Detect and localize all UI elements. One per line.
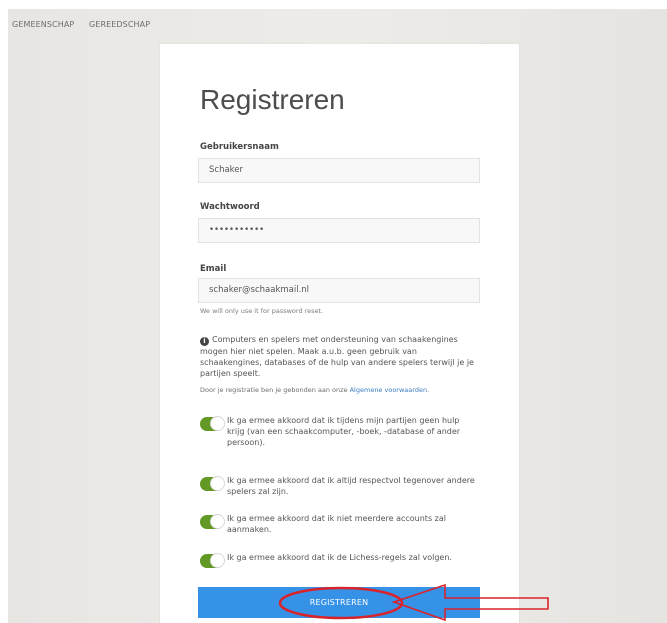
info-icon: i	[200, 337, 209, 346]
toggle-knob	[210, 476, 225, 491]
username-label: Gebruikersnaam	[200, 142, 279, 152]
agreement-text: Ik ga ermee akkoord dat ik altijd respec…	[227, 476, 475, 496]
agreement-toggle-rules[interactable]	[200, 553, 225, 568]
email-label: Email	[200, 264, 227, 274]
top-nav: GEMEENSCHAP GEREEDSCHAP	[12, 20, 162, 29]
password-label: Wachtwoord	[200, 202, 260, 212]
toggle-knob	[210, 553, 225, 568]
username-input[interactable]: Schaker	[198, 158, 480, 183]
toggle-knob	[210, 514, 225, 529]
engine-warning-text: Computers en spelers met ondersteuning v…	[200, 335, 474, 378]
terms-suffix: .	[427, 386, 430, 394]
email-input[interactable]: schaker@schaakmail.nl	[198, 278, 480, 303]
terms-link[interactable]: Algemene voorwaarden	[350, 386, 427, 394]
email-help-text: We will only use it for password reset.	[200, 307, 324, 315]
nav-tools[interactable]: GEREEDSCHAP	[89, 20, 150, 29]
password-input[interactable]: •••••••••••	[198, 218, 480, 243]
toggle-knob	[210, 416, 225, 431]
agreement-toggle-assistance[interactable]	[200, 416, 225, 431]
agreement-text: Ik ga ermee akkoord dat ik niet meerdere…	[227, 514, 446, 534]
agreement-toggle-respect[interactable]	[200, 476, 225, 491]
page-title: Registreren	[200, 84, 345, 115]
agreement-text: Ik ga ermee akkoord dat ik de Lichess-re…	[227, 553, 452, 562]
register-button[interactable]: REGISTREREN	[198, 587, 480, 618]
engine-warning: i Computers en spelers met ondersteuning …	[200, 334, 480, 379]
agreement-text: Ik ga ermee akkoord dat ik tijdens mijn …	[227, 416, 461, 447]
nav-community[interactable]: GEMEENSCHAP	[12, 20, 74, 29]
terms-notice: Door je registratie ben je gebonden aan …	[200, 386, 490, 394]
agreement-toggle-multiple-accounts[interactable]	[200, 514, 225, 529]
register-card: Registreren Gebruikersnaam Schaker Wacht…	[160, 44, 519, 623]
terms-prefix: Door je registratie ben je gebonden aan …	[200, 386, 350, 394]
